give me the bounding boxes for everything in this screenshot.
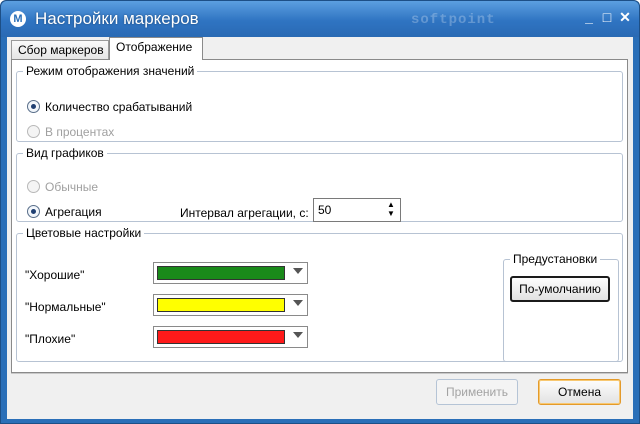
tab-display[interactable]: Отображение	[109, 37, 203, 60]
color-good-label: "Хорошие"	[25, 268, 85, 282]
presets-group: Предустановки По-умолчанию	[503, 252, 619, 362]
radio-aggregation[interactable]: Агрегация	[27, 203, 102, 219]
chevron-down-icon[interactable]	[293, 300, 303, 306]
radio-count-indicator[interactable]	[27, 100, 40, 114]
interval-value[interactable]: 50	[318, 203, 331, 217]
radio-percent-indicator	[27, 125, 40, 139]
tab-panel-display: Режим отображения значений Количество ср…	[11, 59, 628, 373]
cancel-button[interactable]: Отмена	[538, 379, 621, 405]
interval-spinner[interactable]: 50 ▲ ▼	[313, 198, 401, 222]
dialog-window: M Настройки маркеров softpoint _ □ ✕ Сбо…	[0, 0, 640, 424]
color-normal-swatch	[157, 298, 285, 312]
color-bad-picker[interactable]	[153, 326, 308, 348]
chart-view-group: Вид графиков Обычные Агрегация Интервал …	[16, 146, 623, 222]
default-preset-button[interactable]: По-умолчанию	[510, 276, 610, 302]
apply-button[interactable]: Применить	[436, 379, 518, 405]
chevron-down-icon[interactable]	[293, 268, 303, 274]
chart-view-legend: Вид графиков	[26, 146, 104, 160]
color-normal-picker[interactable]	[153, 294, 308, 316]
maximize-icon[interactable]: □	[599, 9, 615, 25]
tab-collect-markers[interactable]: Сбор маркеров	[11, 40, 109, 60]
color-bad-label: "Плохие"	[25, 332, 76, 346]
interval-label: Интервал агрегации, с:	[180, 206, 309, 220]
presets-legend: Предустановки	[513, 252, 598, 266]
window-title: Настройки маркеров	[35, 9, 199, 28]
close-icon[interactable]: ✕	[617, 9, 633, 25]
title-bar[interactable]: M Настройки маркеров softpoint _ □ ✕	[1, 1, 639, 37]
radio-percent: В процентах	[27, 123, 114, 139]
radio-aggregation-indicator[interactable]	[27, 205, 40, 219]
radio-percent-label: В процентах	[45, 124, 115, 139]
radio-count[interactable]: Количество срабатываний	[27, 98, 192, 114]
app-logo-icon: M	[10, 11, 26, 27]
display-mode-group: Режим отображения значений Количество ср…	[16, 64, 623, 142]
minimize-icon[interactable]: _	[581, 9, 597, 25]
display-mode-legend: Режим отображения значений	[26, 64, 195, 78]
color-normal-label: "Нормальные"	[25, 300, 106, 314]
color-settings-legend: Цветовые настройки	[26, 226, 142, 240]
radio-normal: Обычные	[27, 178, 98, 194]
radio-normal-indicator	[27, 180, 40, 194]
footer-divider	[11, 373, 628, 374]
color-good-swatch	[157, 266, 285, 280]
watermark-logo: softpoint	[411, 12, 496, 28]
color-bad-swatch	[157, 330, 285, 344]
radio-normal-label: Обычные	[45, 179, 99, 194]
color-settings-group: Цветовые настройки "Хорошие" "Нормальные…	[16, 226, 623, 362]
color-good-picker[interactable]	[153, 262, 308, 284]
spinner-arrows-icon[interactable]: ▲ ▼	[385, 200, 397, 220]
radio-count-label: Количество срабатываний	[45, 99, 193, 114]
dialog-body: Сбор маркеров Отображение Режим отображе…	[7, 37, 633, 419]
chevron-down-icon[interactable]	[293, 332, 303, 338]
radio-aggregation-label: Агрегация	[45, 204, 102, 219]
